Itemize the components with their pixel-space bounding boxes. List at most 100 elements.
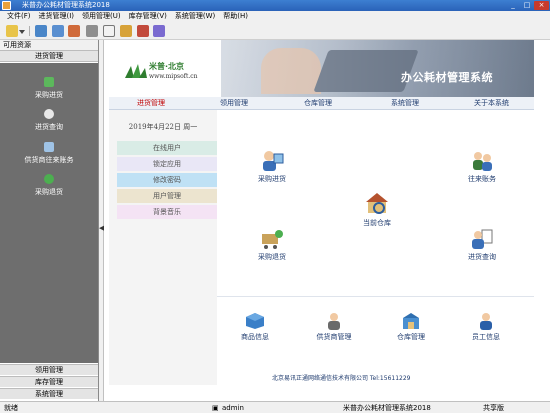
sidebar: 可用资源 进货管理 采购进货 进货查询 供货商往来账务 采购退货 领用管理 库存… bbox=[0, 40, 99, 401]
nav-usage[interactable]: 领用管理 bbox=[220, 97, 248, 110]
title-bar: 米普办公耗材管理系统2018 _ □ × bbox=[0, 0, 550, 11]
menu-help[interactable]: 帮助(H) bbox=[219, 11, 252, 22]
purchase-icon bbox=[44, 77, 54, 87]
sidebar-item-label: 进货查询 bbox=[35, 123, 63, 131]
print-icon[interactable] bbox=[86, 25, 98, 37]
online-users-button[interactable]: 在线用户 bbox=[117, 141, 217, 155]
sidebar-item-ledger[interactable]: 供货商往来账务 bbox=[0, 142, 98, 165]
purchase-person-icon bbox=[263, 151, 284, 171]
banner: 米普·北京 www.mipsoft.cn 办公耗材管理系统 bbox=[109, 40, 534, 97]
menu-system[interactable]: 系统管理(W) bbox=[171, 11, 219, 22]
logo-url: www.mipsoft.cn bbox=[149, 73, 198, 80]
nav-system[interactable]: 系统管理 bbox=[391, 97, 419, 110]
sidebar-panel: 采购进货 进货查询 供货商往来账务 采购退货 bbox=[0, 63, 98, 363]
grid-icon[interactable] bbox=[35, 25, 47, 37]
ledger-icon bbox=[44, 142, 54, 152]
sidebar-title: 可用资源 bbox=[0, 40, 98, 51]
toolbar-separator bbox=[29, 26, 30, 36]
nav-about[interactable]: 关于本系统 bbox=[474, 97, 509, 110]
query-label: 进货查询 bbox=[468, 253, 496, 261]
return-tile[interactable]: 采购退货 bbox=[242, 228, 302, 262]
lock-app-button[interactable]: 锁定应用 bbox=[117, 157, 217, 171]
status-bar: 就绪 ▣ admin 米普办公耗材管理系统2018 共享版 bbox=[0, 401, 550, 413]
search-icon bbox=[44, 109, 54, 119]
employee-person-icon bbox=[480, 313, 492, 330]
warehouse-tile[interactable]: 当前仓库 bbox=[347, 190, 407, 228]
status-app: 米普办公耗材管理系统2018 bbox=[343, 404, 431, 412]
window-title: 米普办公耗材管理系统2018 bbox=[22, 1, 110, 9]
dropdown-icon[interactable] bbox=[19, 30, 25, 34]
home-icon[interactable] bbox=[68, 25, 80, 37]
warehouse-icon bbox=[366, 193, 388, 214]
current-date: 2019年4月22日 周一 bbox=[128, 123, 198, 131]
return-icon bbox=[44, 174, 54, 184]
goods-info-label: 商品信息 bbox=[241, 333, 269, 341]
app-icon bbox=[2, 1, 11, 10]
logo-name: 米普·北京 bbox=[149, 62, 185, 71]
status-ready: 就绪 bbox=[4, 404, 18, 412]
footer: 北京易讯正通网络通信技术有限公司 Tel:15611229 bbox=[217, 373, 534, 385]
supplier-tile[interactable]: 供货商管理 bbox=[304, 312, 364, 342]
goods-info-tile[interactable]: 商品信息 bbox=[225, 312, 285, 342]
menu-purchase[interactable]: 进货管理(I) bbox=[35, 11, 79, 22]
dealings-tile[interactable]: 往来账务 bbox=[452, 150, 512, 184]
close-button[interactable]: × bbox=[534, 1, 549, 10]
bottom-function-row: 商品信息 供货商管理 仓库管理 员工信息 bbox=[217, 297, 534, 347]
quick-panel: 2019年4月22日 周一 在线用户 锁定应用 修改密码 用户管理 背景音乐 bbox=[109, 110, 217, 385]
sidebar-section-inventory[interactable]: 库存管理 bbox=[0, 376, 98, 387]
change-password-button[interactable]: 修改密码 bbox=[117, 173, 217, 187]
supplier-label: 供货商管理 bbox=[316, 333, 352, 341]
sidebar-item-query[interactable]: 进货查询 bbox=[0, 109, 98, 132]
dealings-label: 往来账务 bbox=[468, 175, 496, 183]
menu-file[interactable]: 文件(F) bbox=[3, 11, 35, 22]
return-cart-icon bbox=[262, 230, 283, 249]
query-tile[interactable]: 进货查询 bbox=[452, 228, 512, 262]
user-management-button[interactable]: 用户管理 bbox=[117, 189, 217, 203]
return-label: 采购退货 bbox=[258, 253, 286, 261]
menu-bar: 文件(F) 进货管理(I) 领用管理(U) 库存管理(V) 系统管理(W) 帮助… bbox=[0, 11, 550, 22]
sidebar-item-label: 采购进货 bbox=[35, 91, 63, 99]
maximize-button[interactable]: □ bbox=[521, 1, 533, 10]
query-person-icon bbox=[472, 229, 493, 249]
purchase-tile[interactable]: 采购进货 bbox=[242, 150, 302, 184]
nav-bar: 进货管理 领用管理 仓库管理 系统管理 关于本系统 bbox=[109, 97, 534, 110]
sidebar-item-label: 采购退货 bbox=[35, 188, 63, 196]
sidebar-item-purchase[interactable]: 采购进货 bbox=[0, 77, 98, 100]
sidebar-section-usage[interactable]: 领用管理 bbox=[0, 364, 98, 375]
new-icon[interactable] bbox=[6, 25, 18, 37]
footer-text: 北京易讯正通网络通信技术有限公司 Tel:15611229 bbox=[272, 375, 411, 382]
minimize-button[interactable]: _ bbox=[507, 1, 519, 10]
logo: 米普·北京 www.mipsoft.cn bbox=[109, 40, 221, 97]
user-icon[interactable] bbox=[137, 25, 149, 37]
warehouse-mgmt-label: 仓库管理 bbox=[397, 333, 425, 341]
lock-icon[interactable] bbox=[120, 25, 132, 37]
warehouse-box-icon bbox=[403, 313, 419, 329]
function-grid: 采购进货 往来账务 当前仓库 采购退货 进货查询 bbox=[217, 110, 534, 297]
cube-icon[interactable] bbox=[52, 25, 64, 37]
warehouse-mgmt-tile[interactable]: 仓库管理 bbox=[381, 312, 441, 342]
status-edition: 共享版 bbox=[483, 404, 504, 412]
dealings-people-icon bbox=[473, 152, 492, 171]
menu-inventory[interactable]: 库存管理(V) bbox=[125, 11, 171, 22]
nav-warehouse[interactable]: 仓库管理 bbox=[304, 97, 332, 110]
supplier-person-icon bbox=[328, 313, 340, 330]
sidebar-item-label: 供货商往来账务 bbox=[24, 156, 74, 164]
main-content: 米普·北京 www.mipsoft.cn 办公耗材管理系统 进货管理 领用管理 … bbox=[104, 40, 534, 401]
sidebar-section-purchase[interactable]: 进货管理 bbox=[0, 51, 98, 62]
toolbar bbox=[0, 22, 550, 40]
background-music-button[interactable]: 背景音乐 bbox=[117, 205, 217, 219]
logo-mark-icon bbox=[125, 64, 147, 78]
purchase-label: 采购进货 bbox=[258, 175, 286, 183]
employee-info-tile[interactable]: 员工信息 bbox=[456, 312, 516, 342]
sidebar-item-return[interactable]: 采购退货 bbox=[0, 174, 98, 197]
status-user: admin bbox=[222, 404, 244, 412]
exit-icon[interactable] bbox=[153, 25, 165, 37]
status-user-icon: ▣ bbox=[212, 404, 219, 412]
warehouse-label: 当前仓库 bbox=[363, 219, 391, 227]
employee-info-label: 员工信息 bbox=[472, 333, 500, 341]
sidebar-section-system[interactable]: 系统管理 bbox=[0, 388, 98, 399]
menu-usage[interactable]: 领用管理(U) bbox=[78, 11, 125, 22]
goods-box-icon bbox=[246, 313, 264, 329]
notepad-icon[interactable] bbox=[103, 25, 115, 37]
nav-purchase[interactable]: 进货管理 bbox=[137, 97, 165, 110]
